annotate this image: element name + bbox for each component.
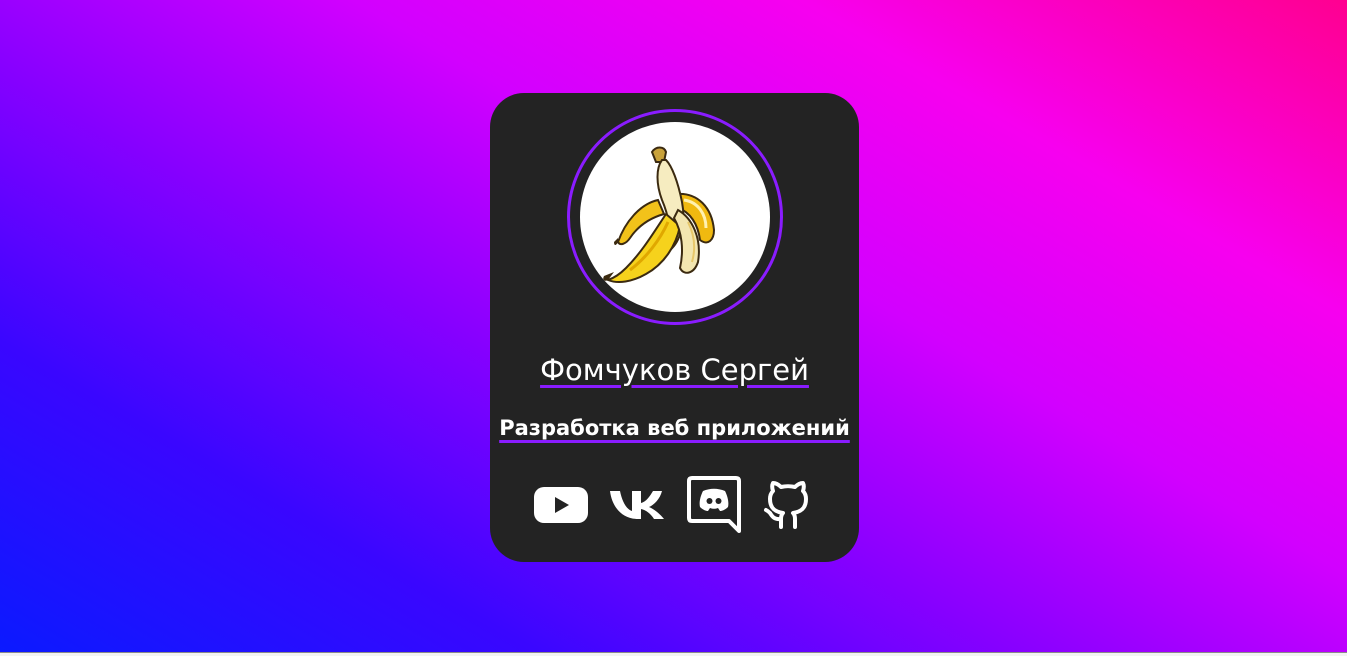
banana-icon [603,146,716,283]
profile-role: Разработка веб приложений [490,413,859,443]
taskbar-edge [0,652,1347,656]
social-links [530,475,820,535]
discord-icon [687,476,741,533]
youtube-link[interactable] [534,485,588,529]
profile-name-text: Фомчуков Сергей [540,353,809,387]
profile-role-text: Разработка веб приложений [499,416,850,440]
avatar [580,122,770,312]
youtube-icon [534,487,588,523]
discord-link[interactable] [686,475,742,537]
vk-link[interactable] [608,489,666,525]
github-icon [764,481,808,529]
github-link[interactable] [762,479,814,535]
profile-card: Фомчуков Сергей Разработка веб приложени… [490,93,859,562]
profile-name: Фомчуков Сергей [490,350,859,390]
vk-icon [610,491,664,519]
avatar-ring [567,109,783,325]
